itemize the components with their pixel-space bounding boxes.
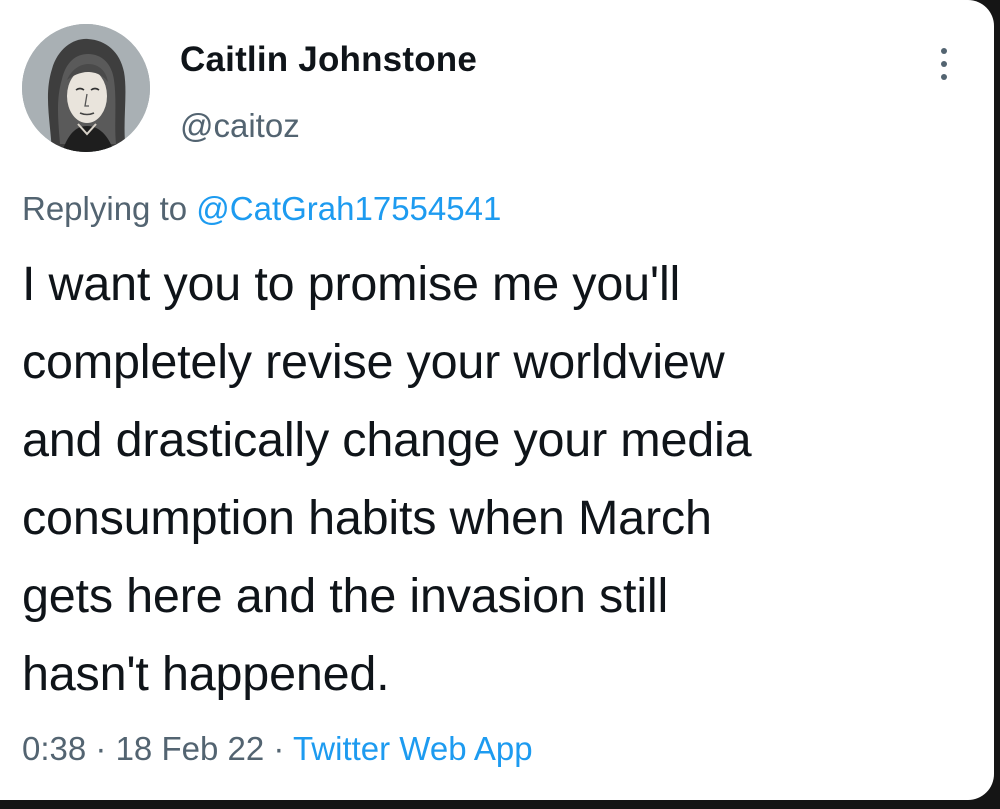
tweet-line: consumption habits when March bbox=[22, 491, 712, 545]
tweet-card[interactable]: Caitlin Johnstone @caitoz Replying to @C… bbox=[0, 0, 994, 800]
portrait-avatar-icon bbox=[22, 24, 150, 152]
tweet-line: completely revise your worldview bbox=[22, 335, 725, 389]
replying-to-label: Replying to bbox=[22, 190, 188, 227]
display-name[interactable]: Caitlin Johnstone bbox=[180, 40, 477, 80]
tweet-text: I want you to promise me you'll complete… bbox=[22, 245, 982, 713]
tweet-meta: 0:38 · 18 Feb 22 · Twitter Web App bbox=[22, 730, 533, 768]
tweet-line: and drastically change your media bbox=[22, 413, 752, 467]
tweet-time[interactable]: 0:38 bbox=[22, 730, 86, 767]
tweet-line: hasn't happened. bbox=[22, 647, 390, 701]
reply-mention-link[interactable]: @CatGrah17554541 bbox=[196, 190, 501, 227]
meta-separator: · bbox=[273, 730, 285, 767]
replying-to: Replying to @CatGrah17554541 bbox=[22, 190, 501, 228]
tweet-line: I want you to promise me you'll bbox=[22, 257, 681, 311]
tweet-line: gets here and the invasion still bbox=[22, 569, 669, 623]
tweet-date[interactable]: 18 Feb 22 bbox=[116, 730, 265, 767]
user-handle[interactable]: @caitoz bbox=[180, 107, 300, 145]
dot bbox=[941, 61, 947, 67]
dot bbox=[941, 48, 947, 54]
tweet-source-link[interactable]: Twitter Web App bbox=[293, 730, 533, 767]
dot bbox=[941, 74, 947, 80]
avatar[interactable] bbox=[22, 24, 150, 152]
vertical-ellipsis-icon[interactable] bbox=[930, 44, 958, 84]
meta-separator: · bbox=[95, 730, 107, 767]
